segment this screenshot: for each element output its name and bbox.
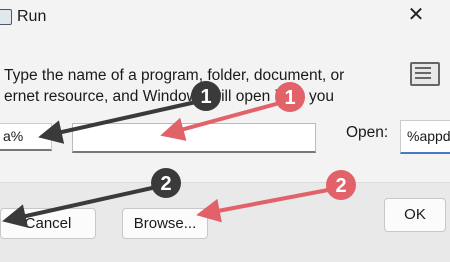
ok-button[interactable]: OK — [384, 198, 446, 232]
run-description-icon — [410, 62, 440, 86]
open-input[interactable]: %appd — [400, 120, 450, 154]
description-line-1: Type the name of a program, folder, docu… — [4, 67, 345, 84]
open-label: Open: — [346, 124, 389, 141]
close-icon[interactable]: ✕ — [404, 3, 428, 27]
browse-button[interactable]: Browse... — [122, 208, 208, 239]
dialog-title: Run — [17, 8, 47, 25]
description: Type the name of a program, folder, docu… — [4, 65, 376, 107]
run-dialog: Run ✕ Type the name of a program, folder… — [0, 0, 450, 262]
description-line-2: ernet resource, and Windows will open it… — [4, 88, 334, 105]
left-dialog-input[interactable]: a% — [0, 123, 52, 151]
middle-dialog-input[interactable] — [72, 123, 316, 153]
cancel-button[interactable]: Cancel — [0, 208, 96, 239]
run-icon — [0, 9, 12, 25]
